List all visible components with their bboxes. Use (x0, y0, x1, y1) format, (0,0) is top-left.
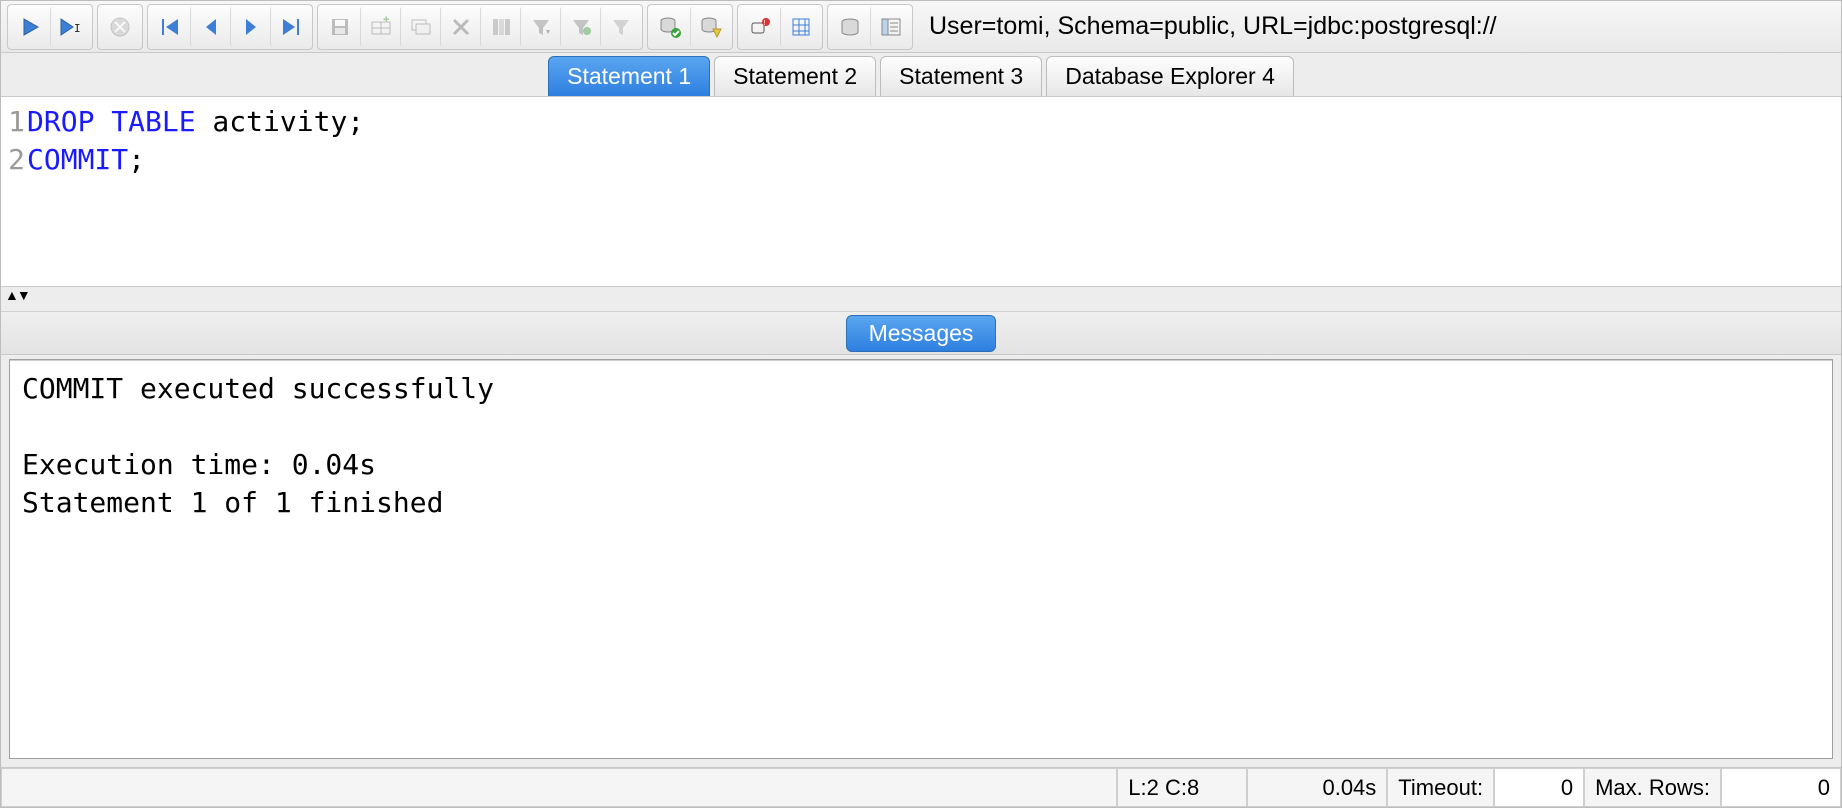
table-copy-icon (410, 16, 432, 38)
database-commit-icon (658, 15, 682, 39)
toolbar-group-execute: I (7, 4, 93, 50)
toolbar-group-cancel (97, 4, 143, 50)
delete-row-button[interactable] (440, 7, 480, 47)
skip-end-icon (281, 17, 301, 37)
svg-text:!: ! (764, 20, 766, 27)
toolbar-group-edit: + (317, 4, 643, 50)
filter-button[interactable] (520, 7, 560, 47)
status-timeout-label: Timeout: (1387, 768, 1494, 807)
toolbar-group-nav (147, 4, 313, 50)
sql-keyword: DROP TABLE (27, 105, 196, 138)
commit-button[interactable] (650, 7, 690, 47)
svg-text:+: + (383, 16, 389, 26)
tab-statement-2[interactable]: Statement 2 (714, 56, 876, 96)
delete-x-icon (451, 17, 471, 37)
status-cursor-position: L:2 C:8 (1117, 768, 1247, 807)
execute-current-button[interactable]: I (50, 7, 90, 47)
toolbar-group-explorer (827, 4, 913, 50)
status-exec-time: 0.04s (1247, 768, 1387, 807)
transaction-indicator[interactable]: ! (740, 7, 780, 47)
tabs-row: Statement 1 Statement 2 Statement 3 Data… (1, 53, 1841, 97)
insert-row-button[interactable]: + (360, 7, 400, 47)
execute-button[interactable] (10, 7, 50, 47)
gutter-line: 2 (1, 141, 27, 179)
object-list-button[interactable] (870, 7, 910, 47)
results-tabs-row: Messages (1, 311, 1841, 355)
next-record-button[interactable] (230, 7, 270, 47)
last-record-button[interactable] (270, 7, 310, 47)
sql-text: ; (128, 143, 145, 176)
rollback-button[interactable] (690, 7, 730, 47)
prev-record-button[interactable] (190, 7, 230, 47)
connection-label: User=tomi, Schema=public, URL=jdbc:postg… (929, 12, 1835, 41)
splitter-handle[interactable]: ▲▼ (1, 287, 1841, 303)
database-icon (839, 16, 861, 38)
gutter-line: 1 (1, 103, 27, 141)
messages-output[interactable]: COMMIT executed successfully Execution t… (9, 359, 1833, 759)
save-changes-button[interactable] (320, 7, 360, 47)
app-window: I + (0, 0, 1842, 808)
tab-statement-3[interactable]: Statement 3 (880, 56, 1042, 96)
messages-panel: COMMIT executed successfully Execution t… (1, 355, 1841, 767)
tab-statement-1[interactable]: Statement 1 (548, 56, 710, 96)
show-result-grid-button[interactable] (780, 7, 820, 47)
statusbar-spacer (1, 768, 1117, 807)
columns-icon (490, 16, 512, 38)
statusbar: L:2 C:8 0.04s Timeout: 0 Max. Rows: 0 (1, 767, 1841, 807)
table-insert-icon: + (370, 16, 392, 38)
list-panel-icon (880, 16, 902, 38)
select-columns-button[interactable] (480, 7, 520, 47)
svg-text:I: I (74, 22, 81, 35)
sql-text: activity; (196, 105, 365, 138)
chevron-right-icon (241, 17, 261, 37)
copy-row-button[interactable] (400, 7, 440, 47)
sql-keyword: COMMIT (27, 143, 128, 176)
toolbar-group-misc: ! (737, 4, 823, 50)
editor-gutter: 1 2 (1, 97, 27, 286)
filter-reset-button[interactable] (560, 7, 600, 47)
toolbar-group-commit (647, 4, 733, 50)
chevron-left-icon (201, 17, 221, 37)
tx-icon: ! (748, 15, 772, 39)
toolbar: I + (1, 1, 1841, 53)
tab-messages[interactable]: Messages (846, 315, 997, 352)
tab-database-explorer-4[interactable]: Database Explorer 4 (1046, 56, 1294, 96)
skip-start-icon (160, 17, 180, 37)
first-record-button[interactable] (150, 7, 190, 47)
grid-icon (790, 16, 812, 38)
db-explorer-button[interactable] (830, 7, 870, 47)
editor-code[interactable]: DROP TABLE activity; COMMIT; (27, 97, 1841, 286)
play-icon (20, 17, 40, 37)
status-maxrows-value[interactable]: 0 (1721, 768, 1841, 807)
database-rollback-icon (699, 15, 723, 39)
cancel-button[interactable] (100, 7, 140, 47)
stop-circle-icon (109, 16, 131, 38)
play-to-cursor-icon: I (59, 17, 83, 37)
status-maxrows-label: Max. Rows: (1584, 768, 1721, 807)
filter-clear-icon (610, 16, 632, 38)
sql-editor[interactable]: 1 2 DROP TABLE activity; COMMIT; (1, 97, 1841, 287)
filter-clear-button[interactable] (600, 7, 640, 47)
splitter-icon: ▲▼ (5, 287, 29, 303)
filter-icon (530, 16, 552, 38)
save-icon (329, 16, 351, 38)
filter-green-icon (570, 16, 592, 38)
status-timeout-value[interactable]: 0 (1494, 768, 1584, 807)
